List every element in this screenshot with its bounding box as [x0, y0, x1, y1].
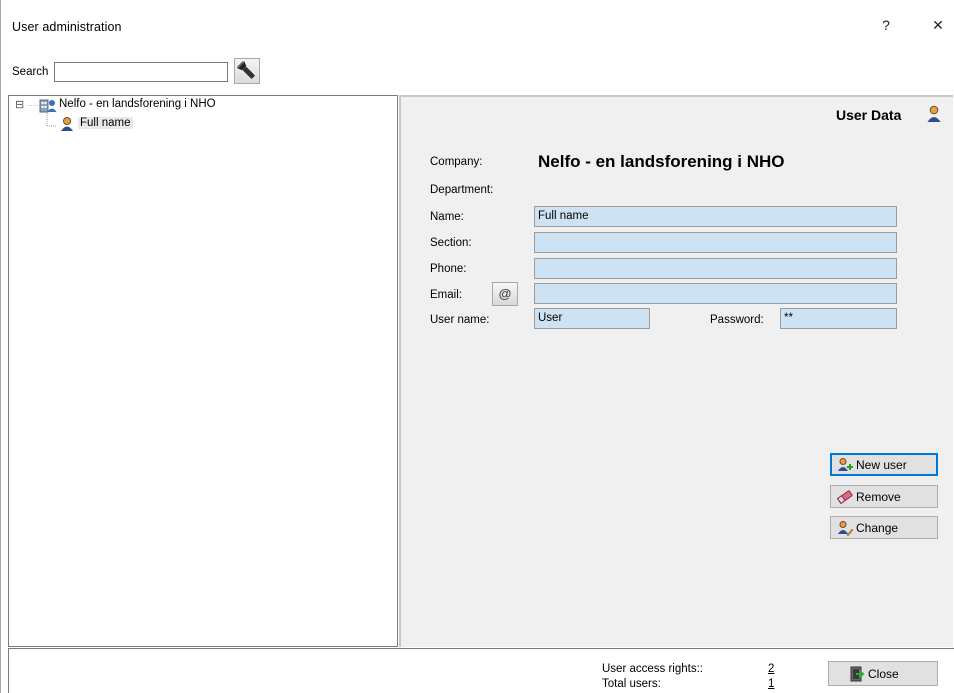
window-title: User administration	[12, 20, 122, 34]
close-button[interactable]: Close	[828, 661, 938, 686]
exit-door-icon	[850, 666, 865, 681]
password-label: Password:	[710, 314, 764, 326]
section-field[interactable]	[534, 232, 897, 253]
new-user-button[interactable]: New user	[830, 453, 938, 476]
change-label: Change	[856, 520, 899, 535]
access-rights-value[interactable]: 2	[768, 663, 774, 675]
user-tree[interactable]: ⊟ Nelfo - en landsforening i NHO Full na…	[8, 95, 398, 647]
company-icon	[39, 99, 57, 113]
company-value: Nelfo - en landsforening i NHO	[538, 152, 785, 171]
company-label: Company:	[430, 156, 483, 168]
department-label: Department:	[430, 184, 494, 196]
close-window-button[interactable]: ✕	[922, 12, 954, 38]
new-user-label: New user	[856, 457, 907, 472]
username-label: User name:	[430, 314, 490, 326]
remove-label: Remove	[856, 489, 901, 504]
user-data-icon	[927, 105, 941, 122]
email-label: Email:	[430, 289, 462, 301]
user-data-panel	[399, 95, 953, 647]
password-field[interactable]: **	[780, 308, 897, 329]
remove-button[interactable]: Remove	[830, 485, 938, 508]
name-label: Name:	[430, 211, 464, 223]
user-icon	[61, 117, 73, 131]
eraser-icon	[837, 489, 853, 504]
help-button[interactable]: ?	[870, 12, 902, 38]
at-sign-icon: @	[498, 286, 512, 301]
username-field[interactable]: User	[534, 308, 650, 329]
add-user-icon	[838, 457, 853, 471]
user-data-header: User Data	[836, 107, 902, 123]
search-label: Search	[12, 66, 49, 78]
flashlight-icon	[237, 61, 255, 79]
name-field[interactable]: Full name	[534, 206, 897, 227]
tree-item-user[interactable]: Full name	[78, 117, 133, 129]
edit-user-icon	[838, 520, 853, 536]
access-rights-label: User access rights::	[602, 663, 703, 675]
total-users-label: Total users:	[602, 678, 661, 690]
total-users-value[interactable]: 1	[768, 678, 774, 690]
tree-item-company[interactable]: Nelfo - en landsforening i NHO	[59, 98, 216, 110]
email-field[interactable]	[534, 283, 897, 304]
change-button[interactable]: Change	[830, 516, 938, 539]
search-input[interactable]	[54, 62, 228, 82]
search-button[interactable]	[234, 58, 260, 84]
section-label: Section:	[430, 237, 472, 249]
phone-field[interactable]	[534, 258, 897, 279]
email-button[interactable]: @	[492, 282, 518, 306]
status-bar	[8, 648, 954, 693]
close-label: Close	[868, 666, 899, 681]
phone-label: Phone:	[430, 263, 467, 275]
